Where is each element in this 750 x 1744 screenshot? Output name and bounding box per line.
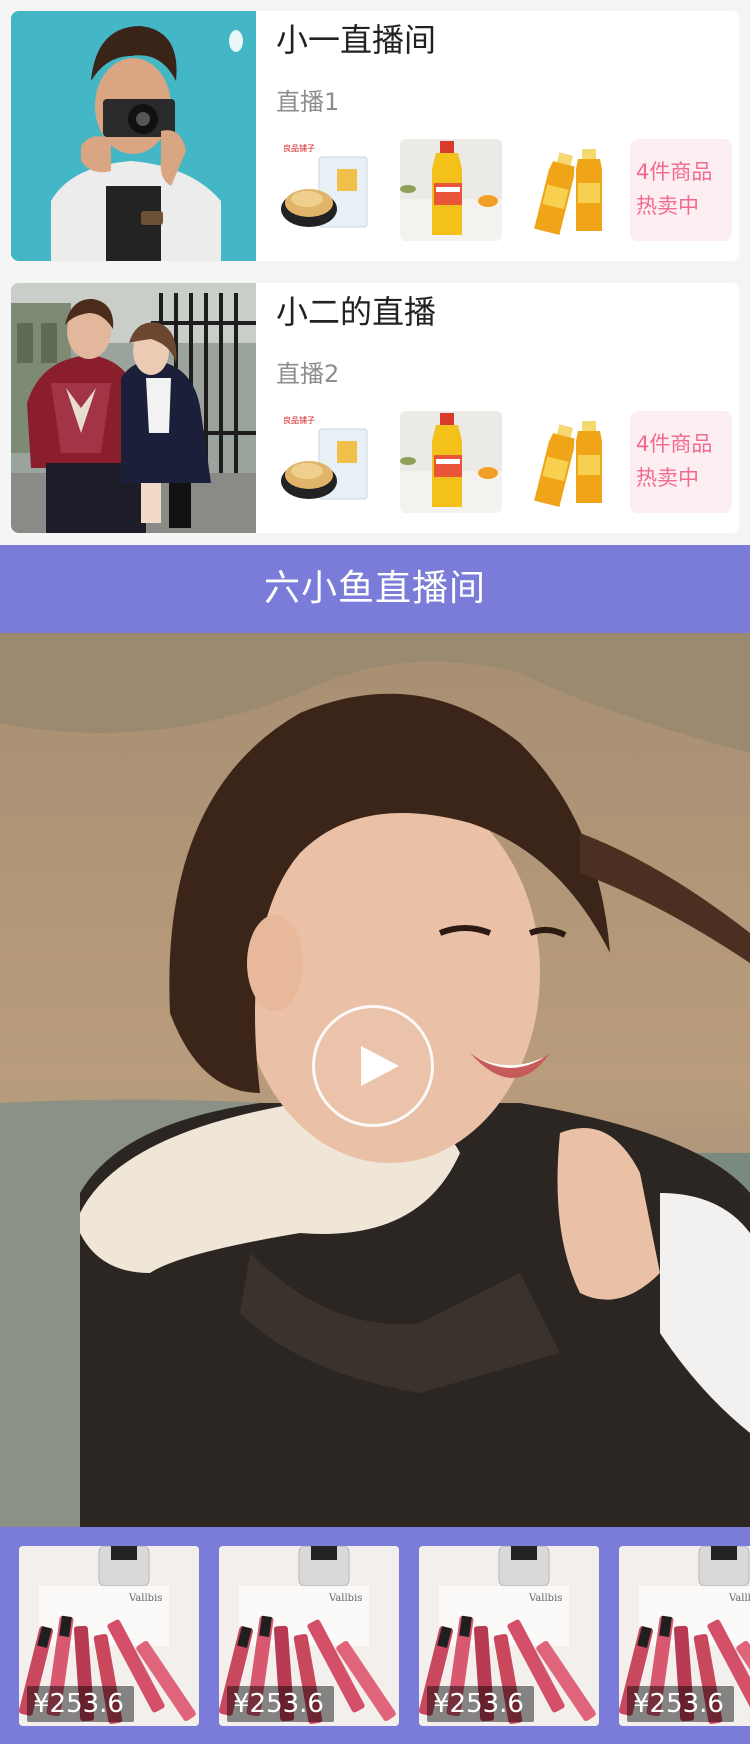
- play-icon: [361, 1046, 399, 1086]
- product-price: ¥253.6: [27, 1686, 134, 1722]
- svg-text:良品铺子: 良品铺子: [283, 415, 315, 425]
- live-room-card[interactable]: 小一直播间 直播1 良品铺子 4件商品 热卖中: [11, 11, 739, 261]
- hot-selling-label: 热卖中: [636, 194, 699, 218]
- svg-text:Vallbis: Vallbis: [328, 1593, 362, 1604]
- product-count-label: 4件商品: [636, 432, 713, 456]
- product-thumbs: 良品铺子 4件商品 热卖中: [279, 139, 732, 241]
- room-title[interactable]: 小二的直播: [276, 289, 436, 335]
- product-price: ¥253.6: [227, 1686, 334, 1722]
- product-strip[interactable]: Vallbis ¥253.6 Vallbis ¥253.6 Vallbis ¥2…: [0, 1527, 750, 1744]
- product-card[interactable]: Vallbis ¥253.6: [19, 1546, 199, 1726]
- cooking-oil-icon[interactable]: [400, 139, 502, 241]
- product-price: ¥253.6: [427, 1686, 534, 1722]
- svg-text:良品铺子: 良品铺子: [283, 143, 315, 153]
- product-price: ¥253.6: [627, 1686, 734, 1722]
- room-subtitle: 直播1: [276, 88, 340, 116]
- dried-snack-icon[interactable]: 良品铺子: [279, 139, 381, 241]
- more-products-badge[interactable]: 4件商品 热卖中: [630, 411, 732, 513]
- product-card[interactable]: Vallbis ¥253.6: [219, 1546, 399, 1726]
- product-thumbs: 良品铺子 4件商品 热卖中: [279, 411, 732, 513]
- hot-selling-label: 热卖中: [636, 466, 699, 490]
- room-subtitle: 直播2: [276, 360, 340, 388]
- live-room-title-bar: 六小鱼直播间: [0, 545, 750, 633]
- svg-text:Vallbis: Vallbis: [728, 1593, 750, 1604]
- more-products-badge[interactable]: 4件商品 热卖中: [630, 139, 732, 241]
- dried-snack-icon[interactable]: 良品铺子: [279, 411, 381, 513]
- room-cover-image[interactable]: [11, 283, 256, 533]
- room-title[interactable]: 小一直播间: [276, 17, 436, 63]
- room-cover-image[interactable]: [11, 11, 256, 261]
- product-card[interactable]: Vallbis ¥253.6: [419, 1546, 599, 1726]
- svg-text:Vallbis: Vallbis: [528, 1593, 562, 1604]
- live-room-card[interactable]: 小二的直播 直播2 良品铺子 4件商品 热卖中: [11, 283, 739, 533]
- play-button[interactable]: [312, 1005, 434, 1127]
- cooking-oil-icon[interactable]: [400, 411, 502, 513]
- juice-bottles-icon[interactable]: [522, 139, 624, 241]
- juice-bottles-icon[interactable]: [522, 411, 624, 513]
- svg-text:Vallbis: Vallbis: [128, 1593, 162, 1604]
- product-card[interactable]: Vallbis ¥253.6: [619, 1546, 750, 1726]
- product-count-label: 4件商品: [636, 160, 713, 184]
- live-room-title: 六小鱼直播间: [263, 568, 486, 609]
